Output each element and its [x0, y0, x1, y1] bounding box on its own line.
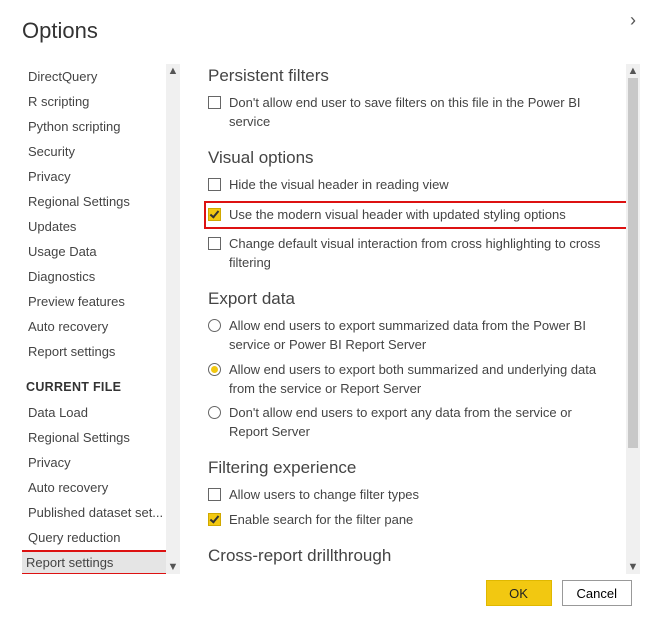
- sidebar-item-regional-settings[interactable]: Regional Settings: [22, 189, 176, 214]
- sidebar-scrollbar[interactable]: ▲ ▼: [166, 64, 180, 574]
- heading-visual-options: Visual options: [208, 148, 630, 168]
- dialog-title: Options: [22, 18, 640, 44]
- opt-cross-filtering[interactable]: Change default visual interaction from c…: [208, 235, 630, 273]
- checkbox-icon[interactable]: [208, 178, 221, 191]
- opt-export-summarized[interactable]: Allow end users to export summarized dat…: [208, 317, 630, 355]
- sidebar-item-published-dataset-set-[interactable]: Published dataset set...: [22, 500, 176, 525]
- sidebar-item-diagnostics[interactable]: Diagnostics: [22, 264, 176, 289]
- scroll-up-icon[interactable]: ▲: [166, 64, 180, 78]
- sidebar-item-report-settings[interactable]: Report settings: [22, 550, 176, 574]
- opt-hide-visual-header[interactable]: Hide the visual header in reading view: [208, 176, 630, 195]
- content-scrollbar[interactable]: ▲ ▼: [626, 64, 640, 574]
- radio-icon[interactable]: [208, 363, 221, 376]
- content-pane: Persistent filters Don't allow end user …: [180, 64, 640, 574]
- sidebar-item-updates[interactable]: Updates: [22, 214, 176, 239]
- ok-button[interactable]: OK: [486, 580, 552, 606]
- sidebar-item-auto-recovery[interactable]: Auto recovery: [22, 314, 176, 339]
- chevron-right-icon[interactable]: ›: [630, 10, 636, 31]
- opt-modern-visual-header[interactable]: Use the modern visual header with update…: [204, 201, 630, 230]
- sidebar-section-current-file: CURRENT FILE: [26, 380, 176, 394]
- radio-icon[interactable]: [208, 406, 221, 419]
- checkbox-icon[interactable]: [208, 96, 221, 109]
- sidebar-item-regional-settings[interactable]: Regional Settings: [22, 425, 176, 450]
- sidebar-item-privacy[interactable]: Privacy: [22, 164, 176, 189]
- heading-persistent-filters: Persistent filters: [208, 66, 630, 86]
- opt-export-none[interactable]: Don't allow end users to export any data…: [208, 404, 630, 442]
- sidebar-item-r-scripting[interactable]: R scripting: [22, 89, 176, 114]
- checkbox-icon[interactable]: [208, 208, 221, 221]
- sidebar-item-query-reduction[interactable]: Query reduction: [22, 525, 176, 550]
- opt-persistent-dont-allow[interactable]: Don't allow end user to save filters on …: [208, 94, 630, 132]
- opt-change-filter-types[interactable]: Allow users to change filter types: [208, 486, 630, 505]
- sidebar-item-directquery[interactable]: DirectQuery: [22, 64, 176, 89]
- cancel-button[interactable]: Cancel: [562, 580, 632, 606]
- checkbox-icon[interactable]: [208, 488, 221, 501]
- opt-export-both[interactable]: Allow end users to export both summarize…: [208, 361, 630, 399]
- scroll-down-icon[interactable]: ▼: [626, 560, 640, 574]
- sidebar-item-python-scripting[interactable]: Python scripting: [22, 114, 176, 139]
- checkbox-icon[interactable]: [208, 513, 221, 526]
- opt-enable-search-filter[interactable]: Enable search for the filter pane: [208, 511, 630, 530]
- sidebar-item-data-load[interactable]: Data Load: [22, 400, 176, 425]
- scroll-down-icon[interactable]: ▼: [166, 560, 180, 574]
- scroll-thumb[interactable]: [628, 78, 638, 448]
- checkbox-icon[interactable]: [208, 237, 221, 250]
- heading-crossreport-drillthrough: Cross-report drillthrough: [208, 546, 630, 566]
- heading-filtering-experience: Filtering experience: [208, 458, 630, 478]
- radio-icon[interactable]: [208, 319, 221, 332]
- sidebar-item-privacy[interactable]: Privacy: [22, 450, 176, 475]
- sidebar-item-preview-features[interactable]: Preview features: [22, 289, 176, 314]
- sidebar-item-usage-data[interactable]: Usage Data: [22, 239, 176, 264]
- sidebar-item-security[interactable]: Security: [22, 139, 176, 164]
- scroll-up-icon[interactable]: ▲: [626, 64, 640, 78]
- sidebar: DirectQueryR scriptingPython scriptingSe…: [22, 64, 180, 574]
- heading-export-data: Export data: [208, 289, 630, 309]
- sidebar-item-report-settings[interactable]: Report settings: [22, 339, 176, 364]
- sidebar-item-auto-recovery[interactable]: Auto recovery: [22, 475, 176, 500]
